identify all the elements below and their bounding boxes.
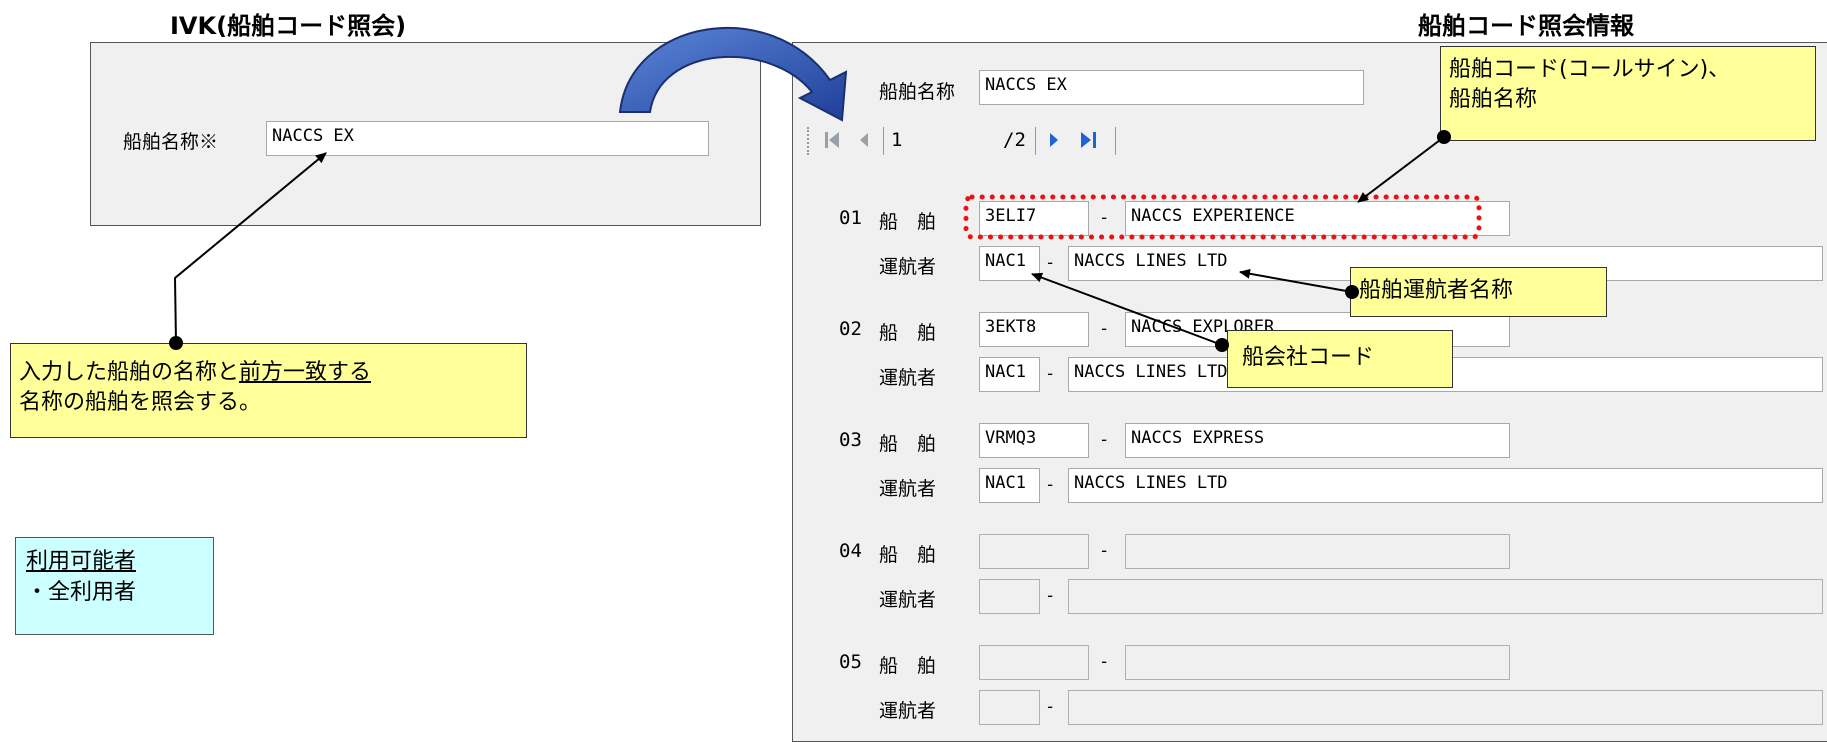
- ship-code-callout-line1: 船舶コード(コールサイン)、: [1449, 57, 1731, 82]
- operator-code-field: [979, 690, 1040, 725]
- prev-page-icon: [860, 133, 868, 147]
- prev-page-button[interactable]: [851, 125, 877, 155]
- vessel-code-field: [979, 534, 1089, 569]
- availability-item: ・全利用者: [26, 580, 137, 605]
- vessel-code-field: VRMQ3: [979, 423, 1089, 458]
- search-note: 入力した船舶の名称と前方一致する 名称の船舶を照会する。: [10, 343, 527, 438]
- operator-label: 運航者: [879, 478, 937, 500]
- separator: -: [1045, 475, 1056, 495]
- pager-toolbar: 1 /2: [807, 119, 1141, 163]
- vessel-name-input[interactable]: NACCS EX: [266, 121, 709, 156]
- vessel-label: 船 舶: [879, 655, 937, 677]
- result-vessel-name-field: NACCS EX: [979, 70, 1364, 105]
- vessel-name-field: [1125, 645, 1510, 680]
- ship-code-callout-line2: 船舶名称: [1449, 87, 1538, 112]
- availability-heading: 利用可能者: [26, 549, 137, 574]
- toolbar-separator: [1115, 127, 1116, 155]
- row-number: 01: [839, 207, 862, 229]
- result-panel: 船舶名称 NACCS EX 1 /2 01 船 舶 3ELI7 - NACCS …: [792, 42, 1827, 742]
- vessel-name-field: NACCS EXPERIENCE: [1125, 201, 1510, 236]
- next-page-icon: [1050, 133, 1058, 147]
- right-title: 船舶コード照会情報: [1418, 12, 1634, 40]
- vessel-label: 船 舶: [879, 433, 937, 455]
- search-panel: 船舶名称※ NACCS EX: [90, 42, 761, 226]
- operator-label: 運航者: [879, 589, 937, 611]
- vessel-name-label: 船舶名称※: [123, 131, 219, 153]
- operator-label: 運航者: [879, 700, 937, 722]
- separator: -: [1099, 541, 1110, 561]
- last-page-icon: [1081, 132, 1096, 148]
- first-page-icon: [825, 132, 839, 148]
- ship-code-callout: 船舶コード(コールサイン)、 船舶名称: [1440, 46, 1816, 141]
- operator-code-field: NAC1: [979, 357, 1040, 392]
- operator-name-callout: 船舶運航者名称: [1350, 267, 1607, 317]
- separator: -: [1045, 586, 1056, 606]
- vessel-name-field: [1125, 534, 1510, 569]
- last-page-button[interactable]: [1075, 125, 1103, 155]
- toolbar-separator: [883, 127, 884, 155]
- operator-name-field: [1068, 579, 1823, 614]
- operator-name-field: NACCS LINES LTD: [1068, 468, 1823, 503]
- separator: -: [1099, 430, 1110, 450]
- operator-code-field: NAC1: [979, 246, 1040, 281]
- note-line1-b: 前方一致する: [239, 360, 372, 385]
- row-number: 05: [839, 651, 862, 673]
- vessel-label: 船 舶: [879, 211, 937, 233]
- left-title: IVK(船舶コード照会): [170, 12, 407, 40]
- vessel-name-field: NACCS EXPRESS: [1125, 423, 1510, 458]
- row-number: 04: [839, 540, 862, 562]
- result-vessel-name-label: 船舶名称: [879, 81, 956, 103]
- vessel-label: 船 舶: [879, 544, 937, 566]
- vessel-code-field: 3EKT8: [979, 312, 1089, 347]
- separator: -: [1045, 364, 1056, 384]
- vessel-code-field: 3ELI7: [979, 201, 1089, 236]
- note-line2: 名称の船舶を照会する。: [19, 390, 262, 415]
- separator: -: [1045, 697, 1056, 717]
- availability-box: 利用可能者 ・全利用者: [15, 537, 214, 635]
- next-page-button[interactable]: [1041, 125, 1067, 155]
- operator-code-field: [979, 579, 1040, 614]
- row-number: 02: [839, 318, 862, 340]
- page-current[interactable]: 1: [891, 129, 902, 151]
- page-total: /2: [1003, 129, 1026, 151]
- toolbar-separator: [1035, 127, 1036, 155]
- separator: -: [1099, 319, 1110, 339]
- first-page-button[interactable]: [819, 125, 845, 155]
- separator: -: [1099, 208, 1110, 228]
- separator: -: [1045, 253, 1056, 273]
- toolbar-grip: [807, 127, 813, 155]
- operator-code-field: NAC1: [979, 468, 1040, 503]
- separator: -: [1099, 652, 1110, 672]
- operator-label: 運航者: [879, 367, 937, 389]
- note-line1-a: 入力した船舶の名称と: [19, 360, 240, 385]
- operator-name-field: [1068, 690, 1823, 725]
- vessel-code-field: [979, 645, 1089, 680]
- vessel-label: 船 舶: [879, 322, 937, 344]
- company-code-callout: 船会社コード: [1227, 330, 1453, 388]
- operator-label: 運航者: [879, 256, 937, 278]
- row-number: 03: [839, 429, 862, 451]
